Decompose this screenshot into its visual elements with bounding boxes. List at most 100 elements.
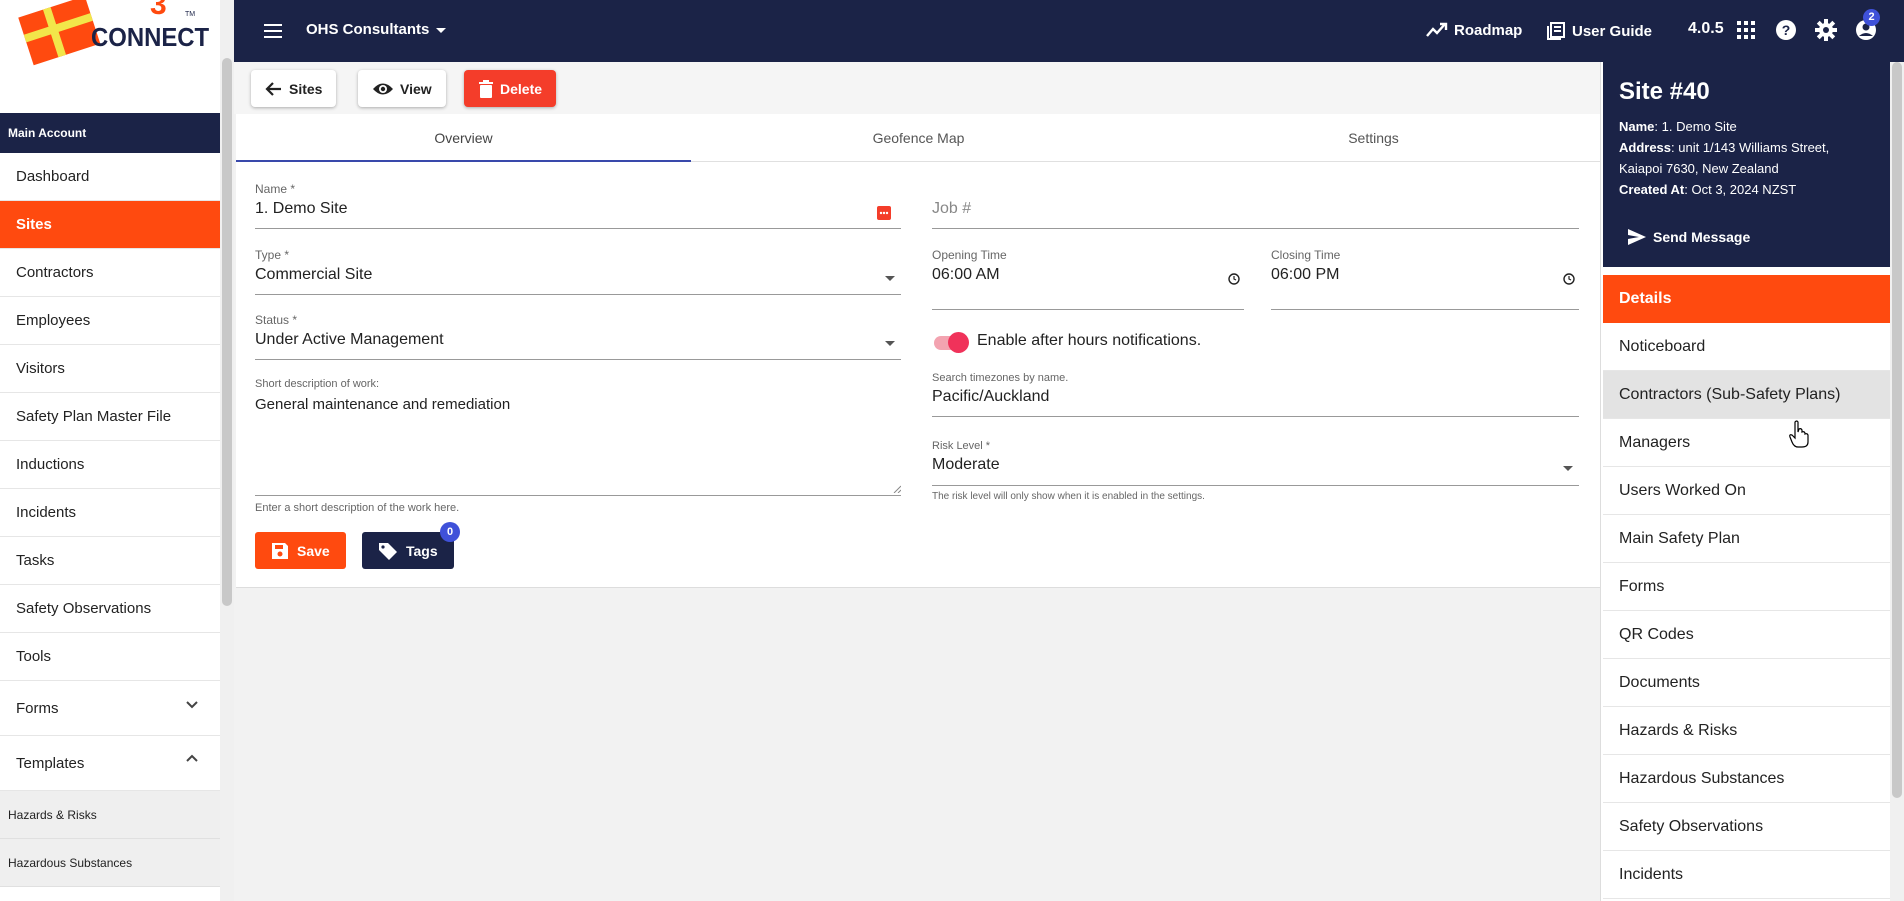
type-dropdown-arrow-icon (885, 276, 895, 281)
description-textarea[interactable]: Short description of work: General maint… (255, 378, 901, 496)
organization-selector[interactable]: OHS Consultants (306, 21, 447, 38)
menu-item-forms[interactable]: Forms (1603, 563, 1891, 611)
sidebar-item-label: Dashboard (16, 168, 90, 185)
tab-overview[interactable]: Overview (236, 114, 691, 162)
timezone-input[interactable]: Pacific/Auckland (932, 388, 1579, 406)
tab-settings[interactable]: Settings (1146, 114, 1601, 162)
menu-item-qr-codes[interactable]: QR Codes (1603, 611, 1891, 659)
sidebar-item-label: Forms (16, 699, 59, 717)
sidebar-item-label: Sites (16, 216, 52, 233)
sidebar-item-incidents[interactable]: Incidents (0, 489, 221, 537)
sidebar-item-forms[interactable]: Forms (0, 681, 221, 736)
resize-handle-icon[interactable] (893, 485, 901, 493)
menu-item-hazardous-substances[interactable]: Hazardous Substances (1603, 755, 1891, 803)
apps-grid-icon[interactable] (1734, 18, 1758, 42)
after-hours-toggle-label: Enable after hours notifications. (977, 332, 1202, 349)
roadmap-link[interactable]: Roadmap (1426, 21, 1522, 39)
save-button-label: Save (297, 542, 330, 559)
job-number-input[interactable]: Job # (932, 200, 1579, 218)
hamburger-menu-icon[interactable] (262, 20, 284, 42)
sidebar-item-dashboard[interactable]: Dashboard (0, 153, 221, 201)
timezone-field[interactable]: Search timezones by name. Pacific/Auckla… (932, 372, 1579, 417)
job-number-field[interactable]: Job # (932, 200, 1579, 229)
more-horizontal-icon[interactable] (877, 206, 891, 220)
clock-icon[interactable] (1228, 273, 1240, 285)
name-input[interactable]: 1. Demo Site (255, 200, 901, 218)
sidebar-item-contractors[interactable]: Contractors (0, 249, 221, 297)
site-tabs: Overview Geofence Map Settings (236, 114, 1600, 162)
company-logo[interactable]: 3 TM CONNECT (10, 0, 210, 68)
tab-geofence-map[interactable]: Geofence Map (691, 114, 1146, 162)
risk-level-label: Risk Level * (932, 440, 991, 452)
closing-time-field[interactable]: Closing Time 06:00 PM (1271, 248, 1579, 310)
sidebar-subitem-hazardous-substances[interactable]: Hazardous Substances (0, 839, 221, 887)
tags-button[interactable]: Tags (362, 532, 454, 569)
save-icon (272, 542, 288, 559)
menu-item-users-worked-on[interactable]: Users Worked On (1603, 467, 1891, 515)
closing-time-input[interactable]: 06:00 PM (1271, 266, 1579, 284)
delete-button[interactable]: Delete (464, 70, 557, 107)
menu-item-hazards-risks[interactable]: Hazards & Risks (1603, 707, 1891, 755)
save-button[interactable]: Save (255, 532, 346, 569)
description-value[interactable]: General maintenance and remediation (255, 396, 901, 413)
description-label: Short description of work: (255, 378, 380, 390)
details-header[interactable]: Details (1603, 275, 1891, 323)
sidebar-item-sites[interactable]: Sites (0, 201, 221, 249)
tags-button-label: Tags (406, 542, 438, 559)
opening-time-field[interactable]: Opening Time 06:00 AM (932, 248, 1244, 310)
type-select[interactable]: Type * Commercial Site (255, 248, 901, 295)
sidebar-item-inductions[interactable]: Inductions (0, 441, 221, 489)
sidebar-subitem-label: Hazards & Risks (8, 807, 97, 822)
menu-item-safety-observations[interactable]: Safety Observations (1603, 803, 1891, 851)
send-message-button[interactable]: Send Message (1627, 228, 1750, 246)
type-label: Type * (255, 248, 290, 262)
gear-icon[interactable] (1814, 18, 1838, 42)
menu-item-managers[interactable]: Managers (1603, 419, 1891, 467)
site-address-key: Address (1619, 140, 1672, 155)
sidebar-item-label: Safety Plan Master File (16, 408, 172, 425)
help-icon[interactable]: ? (1774, 18, 1798, 42)
sidebar-item-safety-observations[interactable]: Safety Observations (0, 585, 221, 633)
sidebar-item-safety-plan-master-file[interactable]: Safety Plan Master File (0, 393, 221, 441)
user-guide-link[interactable]: User Guide (1546, 21, 1652, 41)
sidebar-item-label: Templates (16, 754, 85, 772)
menu-item-incidents[interactable]: Incidents (1603, 851, 1891, 899)
name-field[interactable]: Name * 1. Demo Site (255, 182, 901, 229)
site-address-line-2: Kaiapoi 7630, New Zealand (1619, 161, 1779, 176)
sidebar-nav: Dashboard Sites Contractors Employees Vi… (0, 153, 221, 887)
menu-item-noticeboard[interactable]: Noticeboard (1603, 323, 1891, 371)
view-button[interactable]: View (358, 70, 446, 107)
organization-name: OHS Consultants (306, 21, 430, 38)
menu-item-label: Users Worked On (1619, 481, 1746, 499)
back-button-label: Sites (289, 80, 323, 97)
timezone-underline (932, 416, 1579, 417)
sidebar-item-tools[interactable]: Tools (0, 633, 221, 681)
sidebar-item-label: Tools (16, 648, 52, 665)
sidebar-item-visitors[interactable]: Visitors (0, 345, 221, 393)
menu-item-main-safety-plan[interactable]: Main Safety Plan (1603, 515, 1891, 563)
job-underline (932, 228, 1579, 229)
menu-item-documents[interactable]: Documents (1603, 659, 1891, 707)
after-hours-toggle[interactable] (932, 332, 969, 353)
panel-scrollbar-thumb[interactable] (1892, 62, 1902, 798)
sidebar-item-employees[interactable]: Employees (0, 297, 221, 345)
svg-text:?: ? (1782, 22, 1791, 38)
sidebar-item-templates[interactable]: Templates (0, 736, 221, 791)
type-underline (255, 294, 901, 295)
menu-item-label: Documents (1619, 673, 1700, 691)
status-select[interactable]: Status * Under Active Management (255, 313, 901, 360)
sidebar-item-tasks[interactable]: Tasks (0, 537, 221, 585)
menu-item-contractors-sub-safety-plans[interactable]: Contractors (Sub-Safety Plans) (1603, 371, 1891, 419)
back-to-sites-button[interactable]: Sites (251, 70, 337, 107)
chevron-down-icon (186, 701, 198, 709)
opening-time-input[interactable]: 06:00 AM (932, 266, 1244, 284)
sidebar-scrollbar[interactable] (222, 58, 232, 606)
risk-level-select[interactable]: Risk Level * Moderate (932, 440, 1579, 486)
menu-item-label: Managers (1619, 433, 1691, 451)
panel-scrollbar-track[interactable] (1890, 62, 1904, 901)
clock-icon[interactable] (1563, 273, 1575, 285)
site-summary-card: Site #40 Name: 1. Demo Site Address: uni… (1603, 62, 1891, 267)
eye-icon (373, 83, 393, 94)
sidebar-subitem-hazards-risks[interactable]: Hazards & Risks (0, 791, 221, 839)
status-label: Status * (255, 313, 298, 327)
